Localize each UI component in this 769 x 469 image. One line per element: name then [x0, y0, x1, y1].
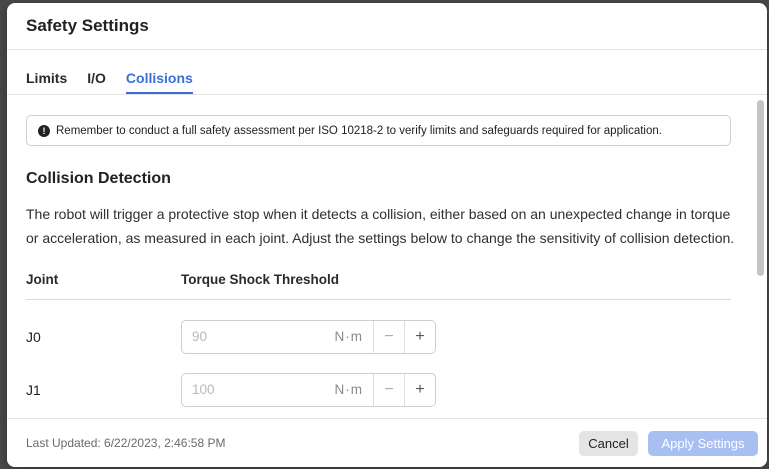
decrement-button[interactable]: − — [373, 320, 404, 353]
tab-collisions[interactable]: Collisions — [125, 70, 193, 94]
scrollbar-thumb[interactable] — [757, 100, 764, 276]
unit-label: N·m — [334, 382, 363, 397]
torque-stepper: 100 N·m − + — [181, 372, 436, 407]
tab-io[interactable]: I/O — [87, 70, 106, 94]
unit-label: N·m — [334, 329, 363, 344]
info-icon: ! — [38, 124, 50, 137]
joint-name: J0 — [26, 328, 41, 345]
dialog-title: Safety Settings — [26, 16, 149, 35]
joint-name: J1 — [26, 381, 41, 398]
table-row: J1 100 N·m − + — [26, 363, 731, 416]
tab-limits[interactable]: Limits — [26, 70, 67, 94]
increment-button[interactable]: + — [404, 320, 435, 353]
header-joint: Joint — [26, 272, 59, 287]
dialog-body: ! Remember to conduct a full safety asse… — [7, 95, 767, 418]
tab-bar: Limits I/O Collisions — [7, 50, 767, 95]
torque-input[interactable]: 100 — [182, 382, 335, 397]
dialog-header: Safety Settings — [7, 3, 767, 50]
dialog-footer: Last Updated: 6/22/2023, 2:46:58 PM Canc… — [7, 418, 767, 467]
section-title: Collision Detection — [26, 170, 171, 187]
apply-settings-button[interactable]: Apply Settings — [648, 430, 758, 456]
safety-notice: ! Remember to conduct a full safety asse… — [26, 115, 731, 146]
table-row: J0 90 N·m − + — [26, 310, 731, 363]
torque-input[interactable]: 90 — [182, 329, 335, 344]
table-header: Joint Torque Shock Threshold — [26, 272, 731, 300]
safety-settings-dialog: Safety Settings Limits I/O Collisions ! … — [7, 3, 767, 467]
last-updated-text: Last Updated: 6/22/2023, 2:46:58 PM — [26, 436, 226, 450]
cancel-button[interactable]: Cancel — [579, 430, 638, 456]
decrement-button[interactable]: − — [373, 373, 404, 406]
header-torque-threshold: Torque Shock Threshold — [181, 272, 340, 287]
section-description: The robot will trigger a protective stop… — [26, 206, 735, 246]
increment-button[interactable]: + — [404, 373, 435, 406]
notice-text: Remember to conduct a full safety assess… — [56, 124, 662, 137]
torque-stepper: 90 N·m − + — [181, 319, 436, 354]
joint-rows: J0 90 N·m − + J1 100 N·m − + — [26, 310, 731, 416]
